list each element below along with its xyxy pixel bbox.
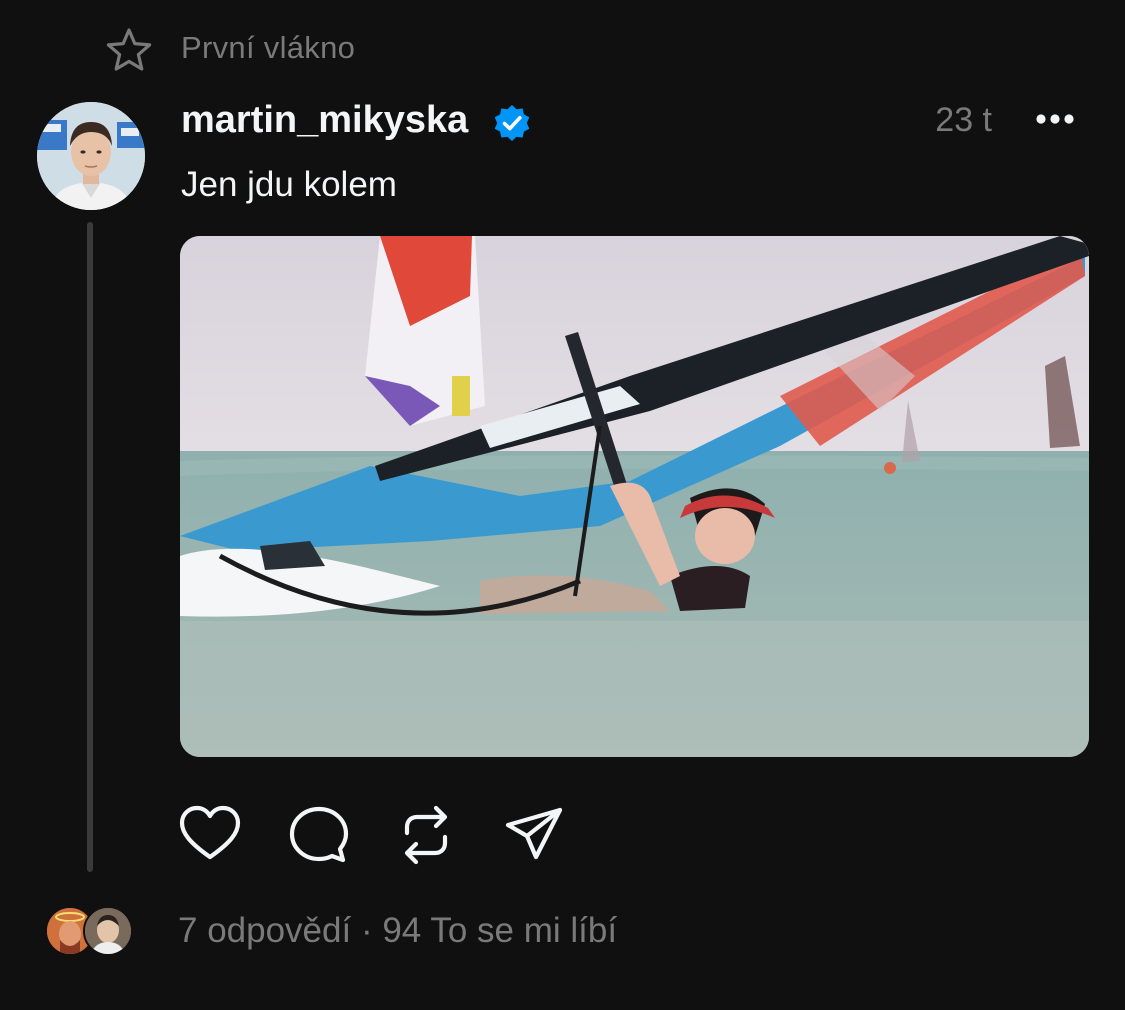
repost-icon [404,805,448,865]
share-button[interactable] [502,803,566,867]
post-text: Jen jdu kolem [181,165,397,204]
reply-avatars[interactable] [45,906,137,956]
username[interactable]: martin_mikyska [181,96,468,144]
post-video[interactable] [180,236,1089,757]
replies-count[interactable]: 7 odpovědí [178,911,351,950]
video-frame [180,236,1089,757]
avatar[interactable] [37,102,145,210]
comment-icon [289,806,349,863]
heart-icon [179,805,241,860]
star-icon[interactable] [104,26,154,74]
share-icon [505,807,563,860]
timestamp: 23 t [935,101,992,139]
verified-badge-icon [492,103,532,143]
post-stats: 7 odpovědí · 94 To se mi líbí [178,908,617,954]
thread-line [87,222,93,872]
ellipsis-icon [1036,114,1074,124]
likes-count[interactable]: 94 To se mi líbí [382,911,617,950]
more-options-button[interactable] [1030,104,1080,134]
first-thread-label: První vlákno [181,30,356,65]
repost-button[interactable] [394,803,458,867]
comment-button[interactable] [286,803,350,867]
stats-separator: · [360,911,373,950]
reply-avatar [83,906,133,956]
like-button[interactable] [178,803,242,867]
